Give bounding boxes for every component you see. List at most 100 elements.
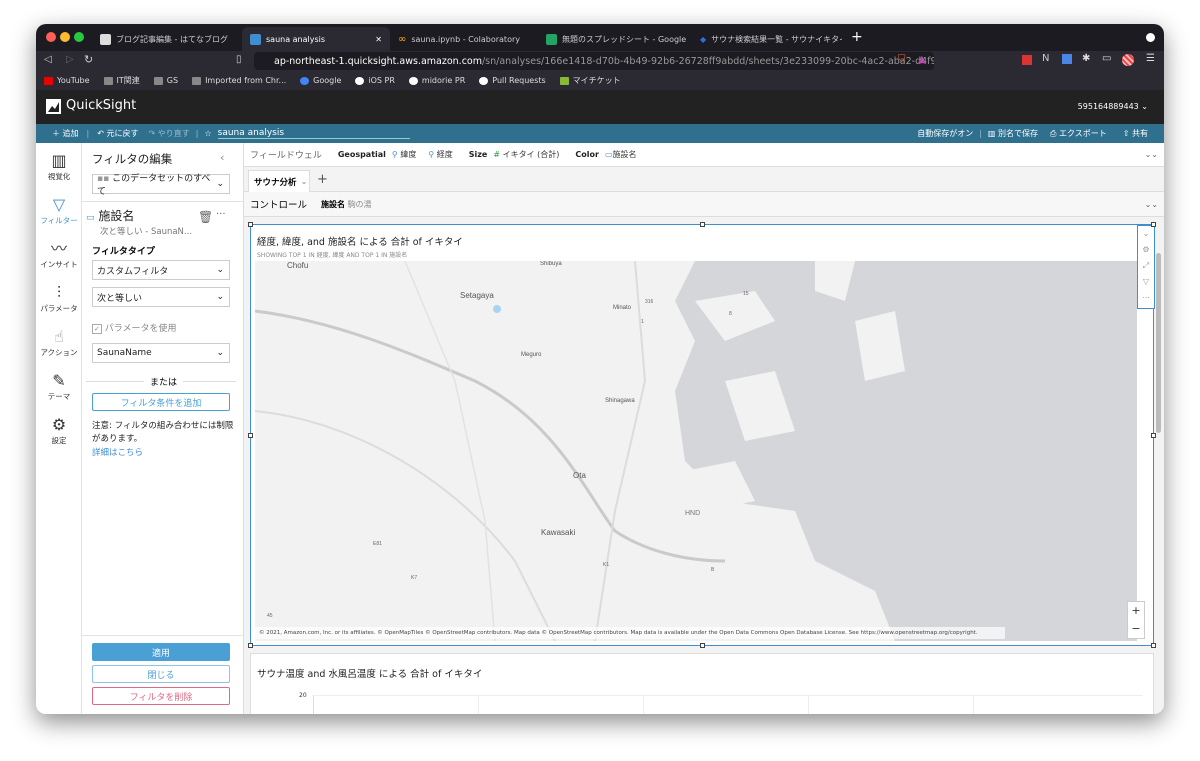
expand-field-wells-icon[interactable]: ⌄⌄: [1145, 150, 1158, 159]
rail-parameters[interactable]: ⫶ パラメータ: [36, 283, 82, 314]
add-button[interactable]: ＋ 追加: [52, 128, 79, 139]
app-name[interactable]: QuickSight: [66, 98, 136, 113]
bookmark-github[interactable]: midorie PR: [408, 76, 465, 85]
analysis-name-input[interactable]: sauna analysis: [217, 128, 410, 139]
share-button[interactable]: ⇧ 共有: [1123, 128, 1148, 139]
translate-icon[interactable]: [1062, 54, 1072, 64]
collapse-icon[interactable]: ⌄: [1138, 226, 1154, 242]
bookmark-folder[interactable]: GS: [153, 76, 178, 85]
tab-sauna-analysis[interactable]: sauna analysis ✕: [242, 27, 390, 51]
bookmark-folder[interactable]: IT関連: [103, 75, 140, 86]
bookmark-pull-requests[interactable]: Pull Requests: [479, 76, 546, 85]
tab-sauna-ikitai[interactable]: ◆ サウナ検索結果一覧 - サウナイキタイ: [692, 27, 842, 51]
close-window-button[interactable]: [46, 32, 56, 42]
menu-icon[interactable]: ☰: [1146, 53, 1155, 64]
tab-spreadsheet[interactable]: 無題のスプレッドシート - Google スプ: [538, 27, 688, 51]
facility-control[interactable]: 施設名 駒の湯: [321, 199, 372, 210]
filter-type-select[interactable]: カスタムフィルタ ⌄: [92, 260, 230, 280]
reload-icon[interactable]: ↻: [84, 53, 93, 66]
apply-button[interactable]: 適用: [92, 643, 230, 661]
rail-visualize[interactable]: ▥ 視覚化: [36, 151, 82, 182]
add-filter-condition-button[interactable]: フィルタ条件を追加: [92, 393, 230, 411]
rail-insights[interactable]: 〰インサイト: [36, 239, 82, 270]
bookmark-ticket[interactable]: マイチケット: [559, 75, 621, 86]
data-point[interactable]: [493, 305, 501, 313]
controls-label[interactable]: コントロール: [250, 197, 307, 211]
resize-handle[interactable]: [248, 643, 253, 648]
zoom-window-button[interactable]: [74, 32, 84, 42]
tab-colab[interactable]: ∞ sauna.ipynb - Colaboratory: [390, 27, 538, 51]
address-bar[interactable]: ap-northeast-1.quicksight.aws.amazon.com…: [254, 52, 934, 70]
resize-handle[interactable]: [248, 222, 253, 227]
sheet-tabs: サウナ分析 ⌄ +: [244, 167, 1164, 192]
resize-handle[interactable]: [700, 222, 705, 227]
filter-field[interactable]: ▭ 施設名: [86, 207, 134, 224]
map[interactable]: Chofu Setagaya Shibuya Minato Meguro Shi…: [255, 261, 1137, 641]
bookmark-google[interactable]: Google: [300, 76, 341, 85]
condition-select[interactable]: 次と等しい ⌄: [92, 287, 230, 307]
delete-filter-button[interactable]: フィルタを削除: [92, 687, 230, 705]
extensions-puzzle-icon[interactable]: ✱: [1082, 53, 1090, 64]
resize-handle[interactable]: [1151, 643, 1156, 648]
sheet-tab[interactable]: サウナ分析 ⌄: [248, 170, 310, 192]
scatter-visual[interactable]: サウナ温度 and 水風呂温度 による 合計 of イキタイ 20: [250, 653, 1154, 714]
redo-button[interactable]: ↷ やり直す: [149, 128, 190, 139]
forward-icon[interactable]: ▷: [66, 54, 74, 65]
gear-icon[interactable]: ⚙: [1138, 242, 1154, 258]
bookmark-github[interactable]: iOS PR: [355, 76, 395, 85]
scrollbar[interactable]: [1156, 253, 1161, 433]
export-button[interactable]: ⎙ エクスポート: [1050, 128, 1107, 139]
more-options-icon[interactable]: ⋯: [1138, 290, 1154, 306]
rail-themes[interactable]: ✎ テーマ: [36, 371, 82, 402]
add-sheet-button[interactable]: +: [317, 172, 328, 187]
zoom-out-button[interactable]: −: [1128, 620, 1144, 638]
resize-handle[interactable]: [1151, 222, 1156, 227]
close-button[interactable]: 閉じる: [92, 665, 230, 683]
wallet-icon[interactable]: ▭: [1102, 53, 1111, 64]
rail-filter[interactable]: ▽ フィルター: [36, 195, 82, 226]
details-link[interactable]: 詳細はこちら: [92, 446, 143, 458]
rail-settings[interactable]: ⚙ 設定: [36, 415, 82, 446]
avatar[interactable]: [1122, 54, 1134, 66]
use-parameter-checkbox[interactable]: ✓ パラメータを使用: [92, 321, 176, 334]
youtube-icon: [44, 76, 53, 85]
favorite-star-icon[interactable]: ☆: [204, 129, 211, 138]
rail-actions[interactable]: ☝ アクション: [36, 327, 82, 358]
lat-field[interactable]: ⚲ 緯度: [392, 149, 416, 160]
collapse-panel-icon[interactable]: ‹: [220, 151, 224, 164]
field-wells[interactable]: フィールドウェル Geospatial ⚲ 緯度 ⚲ 経度 Size # イキタ…: [244, 143, 1164, 167]
resize-handle[interactable]: [700, 643, 705, 648]
new-tab-button[interactable]: +: [851, 29, 863, 45]
extension-icon[interactable]: [1022, 55, 1032, 65]
size-field[interactable]: # イキタイ (合計): [493, 149, 559, 160]
scope-select[interactable]: ▪▪ このデータセットのすべて ⌄: [92, 174, 230, 197]
resize-handle[interactable]: [1151, 433, 1156, 438]
bookmark-youtube[interactable]: YouTube: [44, 76, 90, 85]
profile-icon[interactable]: [1146, 33, 1155, 42]
parameter-select[interactable]: SaunaName ⌄: [92, 343, 230, 363]
close-tab-icon[interactable]: ✕: [375, 35, 382, 44]
more-options-icon[interactable]: ···: [216, 209, 226, 220]
tab-hatena[interactable]: ブログ記事編集 - はてなブログ: [92, 27, 242, 51]
save-as-button[interactable]: ▥ 別名で保存: [988, 128, 1038, 139]
autosave-status[interactable]: 自動保存がオン: [917, 128, 973, 139]
expand-icon[interactable]: ⤢: [1138, 258, 1154, 274]
back-icon[interactable]: ◁: [44, 54, 52, 65]
brave-rewards-icon[interactable]: ▲: [918, 54, 926, 65]
bookmark-icon[interactable]: ▯: [236, 54, 242, 65]
minimize-window-button[interactable]: [60, 32, 70, 42]
notion-icon[interactable]: N: [1042, 53, 1049, 64]
map-visual[interactable]: 経度, 緯度, and 施設名 による 合計 of イキタイ SHOWING T…: [248, 222, 1156, 648]
account-menu[interactable]: 595164889443 ⌄: [1078, 102, 1148, 111]
brave-shield-icon[interactable]: ⛉: [898, 54, 906, 65]
color-field[interactable]: ▭施設名: [605, 149, 637, 160]
trash-icon[interactable]: 🗑: [198, 210, 213, 224]
filter-icon[interactable]: ▽: [1138, 274, 1154, 290]
bookmark-folder[interactable]: Imported from Chr...: [192, 76, 286, 85]
undo-button[interactable]: ↶ 元に戻す: [97, 128, 138, 139]
resize-handle[interactable]: [248, 433, 253, 438]
lon-field[interactable]: ⚲ 経度: [428, 149, 452, 160]
expand-controls-icon[interactable]: ⌄⌄: [1145, 200, 1158, 209]
zoom-in-button[interactable]: +: [1128, 602, 1144, 620]
quicksight-logo-icon: [46, 99, 61, 114]
